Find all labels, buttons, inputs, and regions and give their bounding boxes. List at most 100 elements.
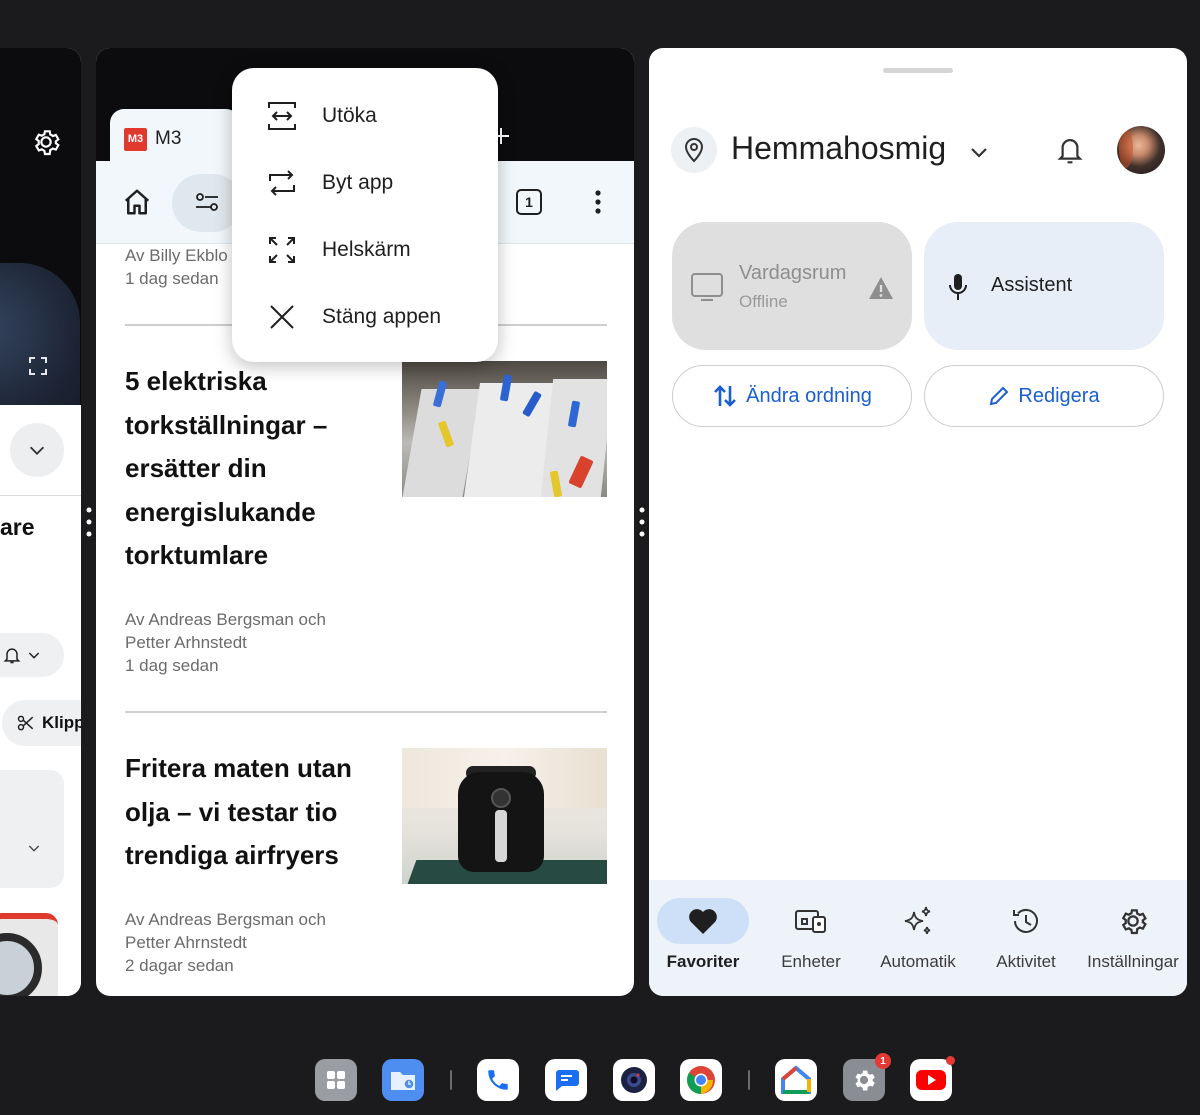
gear-icon: [1121, 909, 1147, 935]
reorder-icon: [714, 385, 737, 407]
grid-icon: [327, 1071, 345, 1089]
device-tile-vardagsrum[interactable]: Vardagsrum Offline: [672, 222, 912, 350]
camera-app[interactable]: [613, 1059, 655, 1101]
home-name[interactable]: Hemmahosmig: [731, 130, 946, 167]
pencil-icon: [990, 386, 1009, 406]
fullscreen-icon: [269, 236, 295, 263]
nav-indicator: [765, 898, 857, 944]
phone-icon: [488, 1070, 508, 1090]
close-icon: [270, 304, 294, 329]
clip-button[interactable]: Klipp: [2, 700, 81, 746]
title-line: torkställningar –: [125, 409, 328, 440]
title-line: Fritera maten utan: [125, 753, 352, 783]
gear-icon[interactable]: [30, 126, 62, 158]
left-app-video-area: [0, 48, 81, 405]
nav-indicator: [657, 898, 749, 944]
title-line: ersätter din: [125, 453, 267, 483]
device-name: Vardagsrum: [739, 262, 847, 284]
messages-icon: [556, 1070, 579, 1091]
reorder-label: Ändra ordning: [746, 384, 872, 407]
reorder-button[interactable]: Ändra ordning: [672, 365, 912, 427]
assistant-label: Assistent: [991, 274, 1073, 296]
subscribe-button[interactable]: [0, 633, 64, 677]
title-line: 5 elektriska: [125, 366, 267, 396]
title-line: trendiga airfryers: [125, 840, 339, 870]
split-handle-left[interactable]: [86, 506, 92, 538]
description-card[interactable]: [0, 770, 64, 888]
messages-app[interactable]: [545, 1059, 587, 1101]
menu-label: Utöka: [322, 103, 377, 127]
chrome-app[interactable]: [680, 1059, 722, 1101]
taskbar-separator: [748, 1070, 750, 1090]
drag-handle[interactable]: [883, 68, 953, 73]
nav-automatik[interactable]: Automatik: [872, 880, 964, 996]
app-drawer-button[interactable]: [315, 1059, 357, 1101]
mic-icon: [949, 274, 967, 300]
bottom-navigation: Favoriter Enheter Automatik Aktivitet In…: [649, 880, 1187, 996]
chevron-down-icon: [28, 652, 40, 659]
split-handle-right[interactable]: [639, 506, 645, 538]
nav-label: Automatik: [880, 952, 956, 971]
nav-label: Favoriter: [666, 952, 740, 971]
bell-icon[interactable]: [1055, 134, 1085, 166]
article-image-drying-rack[interactable]: [402, 361, 607, 497]
notification-dot: [946, 1056, 955, 1065]
title-line: torktumlare: [125, 540, 269, 570]
article-author: Petter Arhnstedt: [125, 633, 247, 652]
swap-icon: [269, 169, 295, 196]
heart-icon: [689, 909, 717, 934]
youtube-app[interactable]: [910, 1056, 955, 1101]
assistant-tile[interactable]: Assistent: [924, 222, 1164, 350]
location-button[interactable]: [671, 127, 717, 173]
tab-title: M3: [155, 128, 182, 149]
nav-installningar[interactable]: Inställningar: [1087, 880, 1179, 996]
location-pin-icon: [684, 138, 704, 163]
menu-item-fullscreen[interactable]: Helskärm: [232, 216, 498, 283]
fullscreen-icon[interactable]: [28, 356, 48, 376]
google-home-app[interactable]: [775, 1059, 817, 1101]
menu-label: Stäng appen: [322, 304, 442, 328]
edit-button[interactable]: Redigera: [924, 365, 1164, 427]
nav-indicator: [1087, 898, 1179, 944]
article-title[interactable]: 5 elektriska torkställningar – ersätter …: [125, 360, 327, 578]
phone-app[interactable]: [477, 1059, 519, 1101]
window-context-menu: Utöka Byt app Helskärm Stäng appen: [232, 68, 498, 362]
article-author: Av Billy Ekblo: [125, 246, 228, 265]
expand-button[interactable]: [10, 423, 64, 477]
device-status: Offline: [739, 292, 788, 311]
devices-icon: [795, 910, 826, 933]
divider: [125, 711, 607, 713]
settings-app[interactable]: 1: [843, 1053, 891, 1101]
tab-switcher-button[interactable]: 1: [516, 189, 542, 215]
nav-indicator: [980, 898, 1072, 944]
left-app-window[interactable]: are Klipp: [0, 48, 81, 996]
clip-label: Klipp: [42, 713, 81, 732]
sparkle-icon: [904, 906, 931, 934]
files-app[interactable]: [382, 1059, 424, 1101]
chevron-down-icon[interactable]: [967, 140, 991, 164]
more-vert-icon[interactable]: [594, 189, 602, 215]
title-line: energislukande: [125, 496, 316, 527]
camera-icon: [621, 1067, 647, 1093]
menu-item-expand[interactable]: Utöka: [232, 82, 498, 149]
browser-tab[interactable]: M3 M3: [110, 109, 240, 169]
video-thumbnail[interactable]: [0, 913, 58, 996]
home-icon[interactable]: [122, 187, 152, 217]
avatar[interactable]: [1117, 126, 1165, 174]
nav-label: Enheter: [781, 952, 841, 971]
title-line: olja – vi testar tio: [125, 796, 338, 827]
nav-aktivitet[interactable]: Aktivitet: [980, 880, 1072, 996]
warning-icon: [869, 277, 893, 299]
nav-enheter[interactable]: Enheter: [765, 880, 857, 996]
menu-item-close-app[interactable]: Stäng appen: [232, 283, 498, 350]
home-app-window[interactable]: Hemmahosmig Vardagsrum Offline Assistent…: [649, 48, 1187, 996]
article-date: 1 dag sedan: [125, 656, 219, 675]
settings-icon: [855, 1070, 875, 1091]
nav-label: Inställningar: [1087, 952, 1179, 971]
menu-item-swap-app[interactable]: Byt app: [232, 149, 498, 216]
article-author: Petter Ahrnstedt: [125, 933, 247, 952]
article-image-airfryer[interactable]: [402, 748, 607, 884]
nav-favoriter[interactable]: Favoriter: [657, 880, 749, 996]
taskbar-separator: [450, 1070, 452, 1090]
article-title[interactable]: Fritera maten utan olja – vi testar tio …: [125, 747, 352, 878]
